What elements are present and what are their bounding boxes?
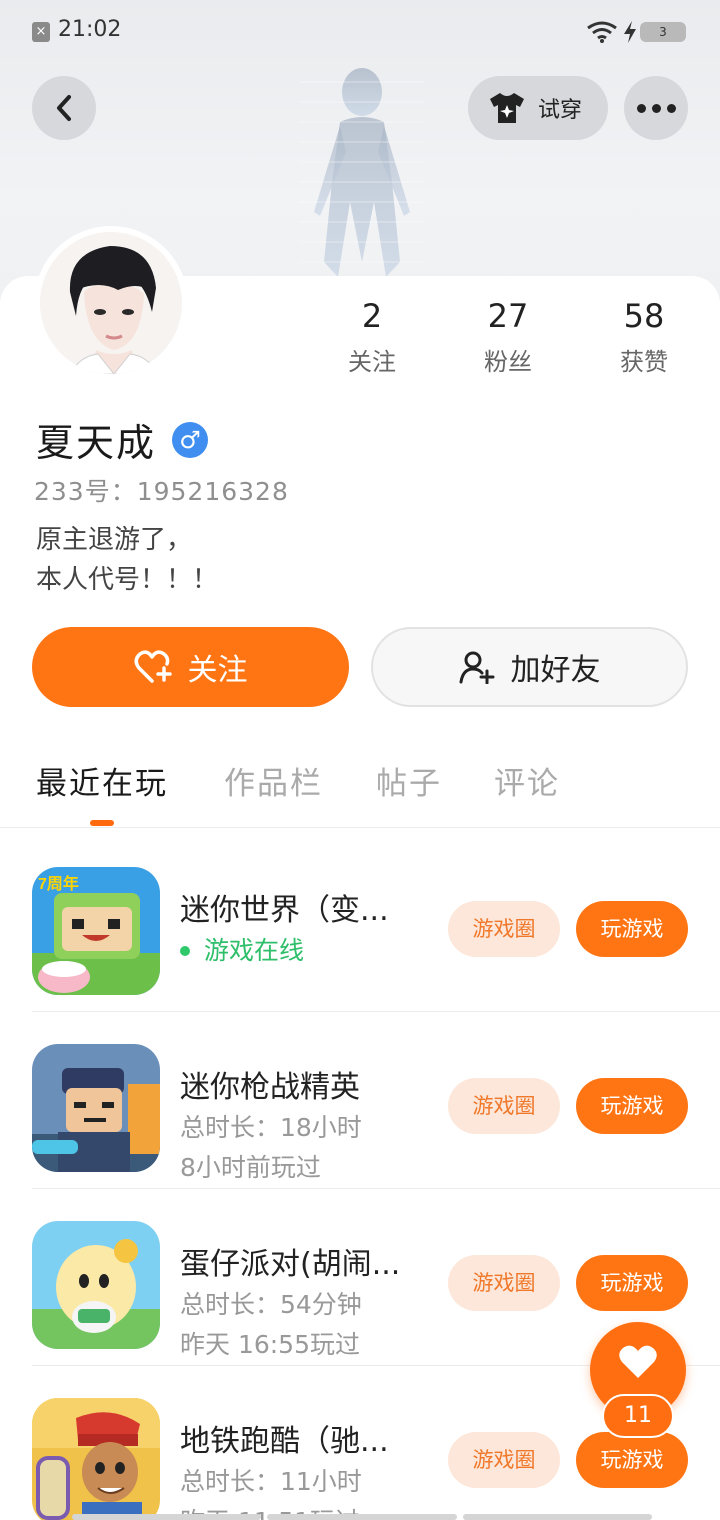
tabs-divider: [0, 827, 720, 828]
last-played: 8小时前玩过: [180, 1153, 321, 1182]
list-item[interactable]: 7周年 迷你世界（变... 游戏在线 游戏圈 玩游戏: [0, 835, 720, 1012]
online-label: 游戏在线: [204, 936, 305, 965]
game-status: 游戏在线: [180, 931, 304, 971]
online-status: 游戏在线: [180, 931, 304, 971]
wifi-icon: [587, 21, 617, 43]
profile-name: 夏天成: [36, 421, 157, 465]
game-icon-mini-gunfight: [32, 1044, 160, 1172]
stat-following-count: 2: [361, 297, 383, 335]
battery-indicator: 3: [640, 22, 686, 42]
game-playtime: 总时长：54分钟 昨天 16:55玩过: [180, 1285, 362, 1365]
game-playtime: 总时长：18小时 8小时前玩过: [180, 1108, 362, 1188]
tab-posts[interactable]: 帖子: [376, 758, 442, 803]
bio-line: 本人代号！！！: [36, 565, 219, 595]
profile-tabs: 最近在玩 作品栏 帖子 评论: [0, 758, 720, 828]
game-title: 迷你世界（变...: [180, 893, 389, 928]
add-friend-label: 加好友: [510, 653, 601, 688]
status-time: 21:02: [58, 17, 122, 42]
user-id[interactable]: 233号：195216328: [34, 472, 289, 508]
bio-line: 原主退游了，: [36, 525, 193, 555]
notification-x-icon: ×: [32, 22, 50, 42]
name-row: 夏天成 ♂: [36, 412, 209, 467]
status-bar: × 21:02 3: [0, 0, 720, 60]
game-circle-button[interactable]: 游戏圈: [448, 1255, 560, 1311]
avatar[interactable]: [34, 226, 188, 380]
male-gender-icon: ♂: [172, 421, 209, 458]
last-played: 昨天 16:55玩过: [180, 1330, 360, 1359]
more-options-button[interactable]: [624, 76, 688, 140]
like-count-badge: 11: [602, 1394, 674, 1438]
tab-recently-played[interactable]: 最近在玩: [36, 758, 168, 803]
stat-followers-label: 粉丝: [484, 348, 532, 376]
tab-comments[interactable]: 评论: [494, 758, 560, 803]
game-icon-eggy-party: [32, 1221, 160, 1349]
more-dot-icon: [651, 103, 661, 113]
play-game-button[interactable]: 玩游戏: [576, 1255, 688, 1311]
home-indicator: [72, 1514, 652, 1520]
more-dot-icon: [636, 103, 646, 113]
play-game-button[interactable]: 玩游戏: [576, 1432, 688, 1488]
play-game-button[interactable]: 玩游戏: [576, 1078, 688, 1134]
play-game-button[interactable]: 玩游戏: [576, 901, 688, 957]
add-friend-button[interactable]: 加好友: [371, 627, 688, 707]
game-circle-button[interactable]: 游戏圈: [448, 1432, 560, 1488]
game-circle-button[interactable]: 游戏圈: [448, 1078, 560, 1134]
charging-bolt-icon: [624, 21, 636, 43]
online-dot-icon: [180, 946, 190, 956]
total-playtime: 总时长：18小时: [180, 1113, 362, 1142]
game-icon-subway-surfers: [32, 1398, 160, 1520]
try-on-button[interactable]: 试穿: [468, 76, 608, 140]
game-playtime: 总时长：11小时 昨天 11:51玩过: [180, 1462, 362, 1520]
game-title: 地铁跑酷（驰...: [180, 1424, 389, 1459]
avatar-portrait-image: [40, 232, 182, 374]
stat-likes-count: 58: [623, 297, 665, 335]
active-tab-indicator: [90, 820, 114, 826]
game-circle-button[interactable]: 游戏圈: [448, 901, 560, 957]
follow-label: 关注: [187, 653, 248, 688]
stat-likes[interactable]: 58 获赞: [589, 296, 699, 377]
profile-bio: 原主退游了， 本人代号！！！: [36, 520, 218, 600]
stat-followers[interactable]: 27 粉丝: [453, 296, 563, 377]
tshirt-sparkle-icon: [490, 93, 524, 123]
game-icon-mini-world: 7周年: [32, 867, 160, 995]
follow-button[interactable]: 关注: [32, 627, 349, 707]
tab-works[interactable]: 作品栏: [224, 758, 323, 803]
add-user-icon: [459, 651, 494, 684]
game-title: 蛋仔派对(胡闹...: [180, 1247, 401, 1282]
list-item[interactable]: 迷你枪战精英 总时长：18小时 8小时前玩过 游戏圈 玩游戏: [0, 1012, 720, 1189]
svg-text:7周年: 7周年: [38, 874, 79, 893]
more-dot-icon: [666, 103, 676, 113]
game-title: 迷你枪战精英: [180, 1070, 360, 1105]
back-button[interactable]: [32, 76, 96, 140]
chevron-left-icon: [57, 95, 71, 121]
stat-likes-label: 获赞: [620, 348, 668, 376]
stat-followers-count: 27: [487, 297, 529, 335]
try-on-label: 试穿: [538, 98, 583, 123]
total-playtime: 总时长：11小时: [180, 1467, 362, 1496]
stat-following-label: 关注: [348, 348, 396, 376]
heart-plus-icon: [134, 650, 172, 683]
heart-icon: [619, 1345, 657, 1378]
stat-following[interactable]: 2 关注: [317, 296, 427, 377]
total-playtime: 总时长：54分钟: [180, 1290, 362, 1319]
avatar-hologram-figure: [300, 68, 425, 277]
